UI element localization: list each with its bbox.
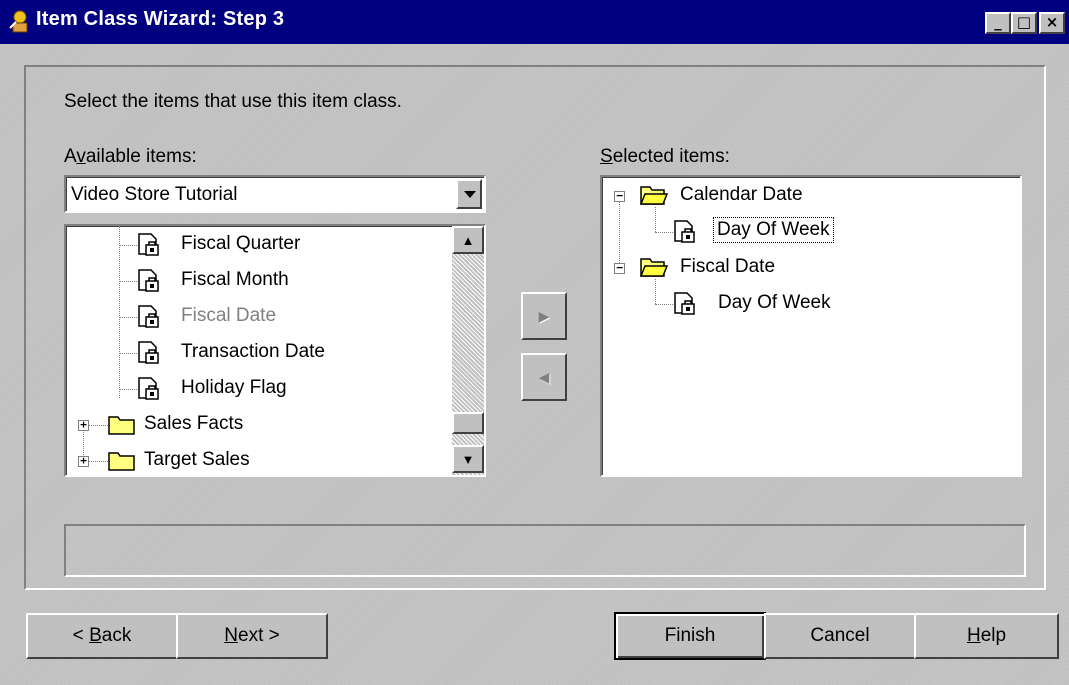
status-box [64,524,1026,577]
tree-item-label[interactable]: Transaction Date [181,341,325,363]
tree-item-label[interactable]: Fiscal Month [181,269,289,291]
scroll-thumb[interactable] [452,412,484,434]
item-icon [674,292,695,315]
close-button[interactable]: × [1039,12,1065,34]
cancel-button-label: Cancel [810,625,870,646]
arrow-left-icon: ◀ [538,368,550,385]
open-folder-icon [640,258,668,277]
help-button[interactable]: Help [914,613,1059,659]
close-icon: × [1045,13,1059,31]
expand-button[interactable]: + [78,419,89,431]
folder-icon [108,416,135,435]
project-dropdown[interactable]: Video Store Tutorial [64,175,486,213]
arrow-up-icon: ▲ [461,232,475,248]
title-bar[interactable]: Item Class Wizard: Step 3 _ □ × [0,0,1069,44]
chevron-down-icon [464,191,476,198]
vertical-scrollbar[interactable]: ▲ ▼ [452,226,484,475]
cancel-button[interactable]: Cancel [764,613,916,659]
selected-items-label: Selected items: [600,146,730,167]
instruction-text: Select the items that use this item clas… [64,91,402,112]
available-items-tree[interactable]: Fiscal Quarter Fiscal Month Fiscal Date … [64,224,486,477]
tree-folder-label[interactable]: Calendar Date [680,184,803,206]
tree-item-label[interactable]: Holiday Flag [181,377,287,399]
selected-items-tree[interactable]: − Calendar Date Day Of Week − Fiscal Dat… [600,175,1022,477]
remove-item-button[interactable]: ◀ [521,353,567,401]
minimize-button[interactable]: _ [985,12,1011,34]
available-items-label: Available items: [64,146,197,167]
collapse-button[interactable]: − [614,190,625,202]
item-icon [138,341,159,364]
tree-folder-label[interactable]: Sales Facts [144,413,243,435]
folder-icon [108,452,135,471]
tree-item-label-focused[interactable]: Day Of Week [713,217,834,243]
item-icon [138,233,159,256]
tree-folder-label[interactable]: Fiscal Date [680,256,775,278]
next-button-label: Next > [224,625,280,646]
wizard-window: Item Class Wizard: Step 3 _ □ × Select t… [0,0,1069,685]
dropdown-arrow-button[interactable] [456,179,482,209]
tree-connector [655,279,656,304]
collapse-button[interactable]: − [614,262,625,274]
project-dropdown-value: Video Store Tutorial [71,184,238,205]
item-icon [674,220,695,243]
tree-folder-label[interactable]: Target Sales [144,449,250,471]
tree-connector [88,461,108,462]
arrow-down-icon: ▼ [461,451,475,467]
minimize-icon: _ [994,13,1002,31]
help-button-label: Help [966,625,1007,646]
tree-item-label[interactable]: Day Of Week [718,292,831,314]
arrow-right-icon: ▶ [538,307,550,324]
tree-connector [88,425,108,426]
window-title: Item Class Wizard: Step 3 [36,8,285,30]
scroll-up-button[interactable]: ▲ [452,226,484,254]
tree-connector [655,207,656,232]
scroll-down-button[interactable]: ▼ [452,445,484,473]
tree-connector [619,201,620,265]
finish-button-label: Finish [664,625,716,646]
open-folder-icon [640,186,668,205]
maximize-icon: □ [1016,13,1032,31]
tree-item-label[interactable]: Fiscal Quarter [181,233,300,255]
next-button[interactable]: Next > [176,613,328,659]
tree-item-label-disabled: Fiscal Date [181,305,277,326]
wizard-app-icon [9,10,28,33]
item-icon [138,377,159,400]
tree-connector [119,226,120,398]
back-button-label: < Back [72,625,132,646]
item-icon [138,305,159,328]
back-button[interactable]: < Back [26,613,178,659]
finish-button[interactable]: Finish [614,612,766,660]
item-icon [138,269,159,292]
expand-button[interactable]: + [78,455,89,467]
maximize-button[interactable]: □ [1011,12,1037,34]
add-item-button[interactable]: ▶ [521,292,567,340]
